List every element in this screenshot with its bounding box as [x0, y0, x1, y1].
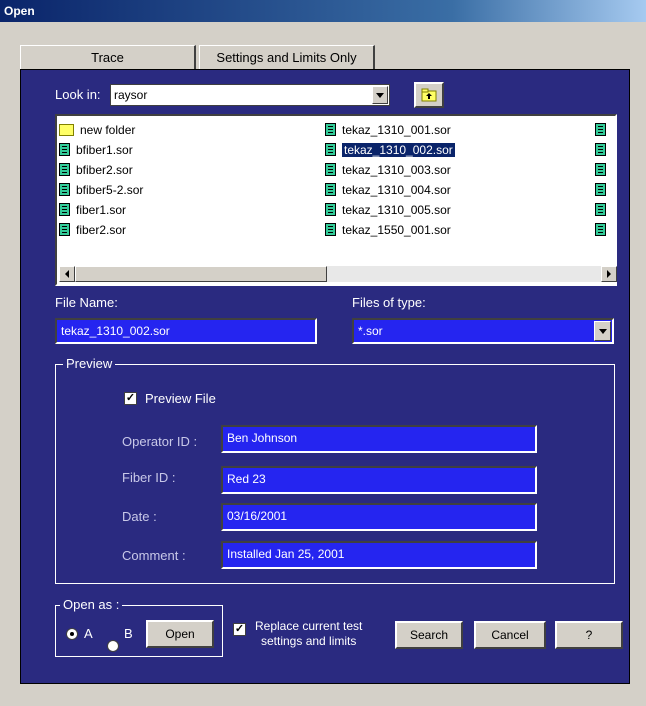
replace-settings-label-line2: settings and limits [261, 634, 357, 648]
files-of-type-dropdown-button[interactable] [594, 321, 611, 341]
look-in-value: raysor [114, 88, 148, 102]
sor-file-icon [325, 163, 336, 176]
comment-field[interactable]: Installed Jan 25, 2001 [221, 541, 537, 569]
folder-up-icon [421, 88, 437, 102]
list-item-partial[interactable] [595, 220, 612, 239]
operator-id-label: Operator ID : [122, 434, 198, 449]
open-as-b-label: B [124, 626, 133, 641]
sor-file-icon [59, 203, 70, 216]
list-item-partial[interactable] [595, 180, 612, 199]
sor-file-icon [325, 123, 336, 136]
operator-id-field[interactable]: Ben Johnson [221, 425, 537, 453]
list-item[interactable]: bfiber5-2.sor [59, 180, 143, 199]
fiber-id-label: Fiber ID : [122, 470, 176, 485]
files-of-type-label: Files of type: [352, 295, 426, 310]
comment-label: Comment : [122, 548, 186, 563]
sor-file-icon [325, 203, 336, 216]
list-item[interactable]: tekaz_1310_003.sor [325, 160, 451, 179]
cancel-button[interactable]: Cancel [474, 621, 546, 649]
sor-file-icon [59, 143, 70, 156]
sor-file-icon [595, 203, 606, 216]
sor-file-icon [325, 143, 336, 156]
file-name-label: File Name: [55, 295, 118, 310]
scroll-left-button[interactable] [59, 266, 75, 282]
sor-file-icon [59, 163, 70, 176]
help-button[interactable]: ? [555, 621, 623, 649]
chevron-down-icon [598, 328, 607, 334]
tab-trace[interactable]: Trace [20, 45, 196, 69]
look-in-label: Look in: [55, 87, 101, 102]
file-name-input[interactable]: tekaz_1310_002.sor [55, 318, 317, 344]
sor-file-icon [595, 123, 606, 136]
horizontal-scrollbar[interactable] [59, 266, 617, 282]
replace-settings-checkbox[interactable]: ✓ [233, 623, 246, 636]
search-button[interactable]: Search [395, 621, 463, 649]
sor-file-icon [59, 223, 70, 236]
date-label: Date : [122, 509, 157, 524]
sor-file-icon [595, 163, 606, 176]
look-in-dropdown-button[interactable] [372, 86, 388, 104]
open-as-b-radio[interactable] [107, 640, 119, 652]
check-icon: ✓ [125, 392, 136, 404]
file-list[interactable]: new folder bfiber1.sor bfiber2.sor bfibe… [55, 114, 617, 286]
folder-icon [59, 123, 74, 136]
sor-file-icon [325, 223, 336, 236]
list-item[interactable]: tekaz_1310_001.sor [325, 120, 451, 139]
chevron-down-icon [376, 92, 384, 98]
list-item[interactable]: bfiber1.sor [59, 140, 133, 159]
preview-file-checkbox[interactable]: ✓ [124, 392, 137, 405]
sor-file-icon [595, 143, 606, 156]
arrow-right-icon [607, 270, 611, 278]
window-title: Open [0, 0, 646, 22]
sor-file-icon [325, 183, 336, 196]
list-item[interactable]: tekaz_1550_001.sor [325, 220, 451, 239]
sor-file-icon [59, 183, 70, 196]
open-as-a-radio[interactable] [66, 628, 78, 640]
sor-file-icon [595, 183, 606, 196]
replace-settings-label: Replace current test settings and limits [255, 619, 362, 649]
look-in-dropdown[interactable]: raysor [110, 84, 390, 106]
preview-group-label: Preview [63, 356, 116, 371]
check-icon: ✓ [234, 623, 245, 635]
list-item[interactable]: tekaz_1310_005.sor [325, 200, 451, 219]
fiber-id-field[interactable]: Red 23 [221, 466, 537, 494]
list-item[interactable]: new folder [59, 120, 135, 139]
list-item[interactable]: fiber2.sor [59, 220, 126, 239]
up-one-level-button[interactable] [414, 82, 444, 108]
list-item-partial[interactable] [595, 200, 612, 219]
tab-settings-and-limits[interactable]: Settings and Limits Only [199, 45, 375, 69]
preview-file-label: Preview File [145, 391, 216, 406]
open-as-group-label: Open as : [60, 597, 123, 612]
list-item-partial[interactable] [595, 140, 612, 159]
files-of-type-value: *.sor [358, 324, 383, 338]
list-item[interactable]: bfiber2.sor [59, 160, 133, 179]
list-item-partial[interactable] [595, 160, 612, 179]
list-item-selected[interactable]: tekaz_1310_002.sor [325, 140, 455, 159]
date-field[interactable]: 03/16/2001 [221, 503, 537, 531]
arrow-left-icon [65, 270, 69, 278]
list-item[interactable]: tekaz_1310_004.sor [325, 180, 451, 199]
list-item[interactable]: fiber1.sor [59, 200, 126, 219]
sor-file-icon [595, 223, 606, 236]
scroll-thumb[interactable] [75, 266, 327, 282]
scroll-right-button[interactable] [601, 266, 617, 282]
open-button[interactable]: Open [146, 620, 214, 648]
replace-settings-label-line1: Replace current test [255, 619, 363, 633]
list-item-partial[interactable] [595, 120, 612, 139]
open-as-a-label: A [84, 626, 93, 641]
files-of-type-dropdown[interactable]: *.sor [352, 318, 614, 344]
